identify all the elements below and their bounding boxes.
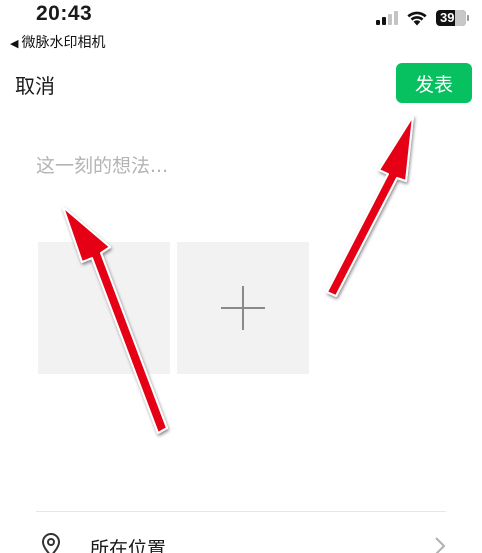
cancel-button[interactable]: 取消	[15, 70, 55, 99]
back-triangle-icon: ◀	[10, 37, 19, 50]
thoughts-input[interactable]	[36, 146, 436, 186]
wifi-icon	[407, 11, 427, 26]
status-icons: 39	[376, 10, 469, 26]
battery-level: 39	[440, 10, 455, 25]
back-to-app-link[interactable]: ◀ 微脉水印相机	[10, 32, 105, 52]
divider	[36, 511, 446, 512]
status-time: 20:43	[36, 2, 93, 25]
publish-button[interactable]: 发表	[396, 63, 472, 103]
location-pin-icon	[41, 533, 61, 553]
back-app-label: 微脉水印相机	[21, 35, 106, 51]
signal-icon	[376, 11, 398, 25]
battery-icon: 39	[436, 10, 469, 26]
add-photo-button[interactable]	[177, 242, 309, 374]
location-row[interactable]: 所在位置	[36, 528, 446, 553]
photo-thumbnail[interactable]	[38, 242, 170, 374]
moments-compose-screen: 20:43 ◀ 微脉水印相机 39 取消 发表 这一刻的想法... 所在位置	[0, 0, 482, 553]
location-label: 所在位置	[90, 538, 167, 553]
arrow-to-publish-button	[326, 115, 414, 297]
chevron-right-icon	[435, 537, 446, 553]
